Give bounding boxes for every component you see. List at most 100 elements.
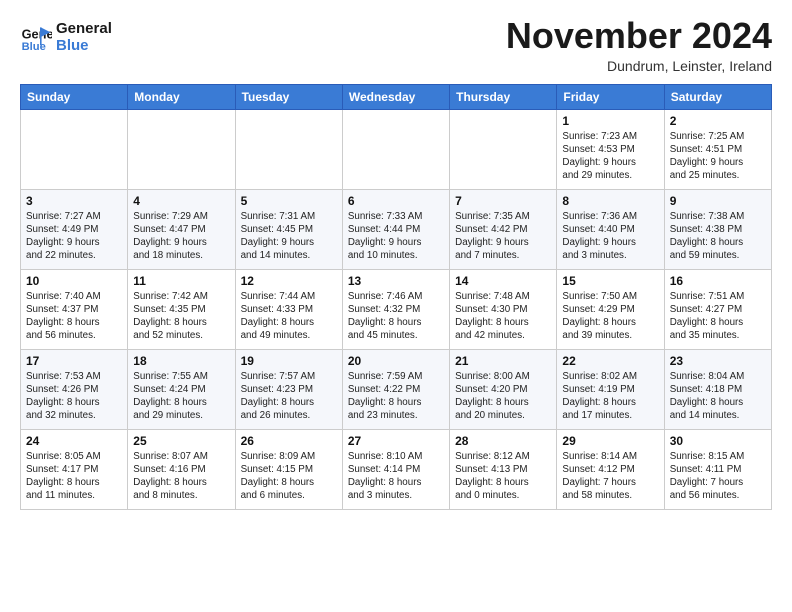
svg-text:General: General (22, 27, 52, 42)
day-number: 7 (455, 194, 551, 208)
day-info: Sunrise: 8:15 AM Sunset: 4:11 PM Dayligh… (670, 450, 766, 503)
calendar-cell (235, 109, 342, 189)
day-info: Sunrise: 7:50 AM Sunset: 4:29 PM Dayligh… (562, 290, 658, 343)
calendar-cell: 30 Sunrise: 8:15 AM Sunset: 4:11 PM Dayli… (664, 429, 771, 509)
day-number: 13 (348, 274, 444, 288)
day-number: 11 (133, 274, 229, 288)
calendar-week-5: 24Sunrise: 8:05 AM Sunset: 4:17 PM Dayli… (21, 429, 772, 509)
calendar-cell: 9 Sunrise: 7:38 AM Sunset: 4:38 PM Daylig… (664, 189, 771, 269)
calendar-cell (21, 109, 128, 189)
day-number: 5 (241, 194, 337, 208)
page: General Blue General Blue November 2024 … (0, 0, 792, 520)
calendar-cell: 3 Sunrise: 7:27 AM Sunset: 4:49 PM Daylig… (21, 189, 128, 269)
day-number: 16 (670, 274, 766, 288)
calendar-cell: 29 Sunrise: 8:14 AM Sunset: 4:12 PM Dayli… (557, 429, 664, 509)
day-number: 20 (348, 354, 444, 368)
calendar-cell: 25Sunrise: 8:07 AM Sunset: 4:16 PM Dayli… (128, 429, 235, 509)
weekday-header-tuesday: Tuesday (235, 84, 342, 109)
day-info: Sunrise: 7:46 AM Sunset: 4:32 PM Dayligh… (348, 290, 444, 343)
logo-general: General (56, 20, 112, 37)
day-number: 9 (670, 194, 766, 208)
day-info: Sunrise: 7:38 AM Sunset: 4:38 PM Dayligh… (670, 210, 766, 263)
calendar-cell (450, 109, 557, 189)
calendar-cell: 19 Sunrise: 7:57 AM Sunset: 4:23 PM Dayli… (235, 349, 342, 429)
svg-text:Blue: Blue (22, 41, 46, 53)
day-number: 14 (455, 274, 551, 288)
calendar-cell: 26Sunrise: 8:09 AM Sunset: 4:15 PM Dayli… (235, 429, 342, 509)
day-number: 8 (562, 194, 658, 208)
calendar-cell: 20 Sunrise: 7:59 AM Sunset: 4:22 PM Dayli… (342, 349, 449, 429)
day-info: Sunrise: 7:35 AM Sunset: 4:42 PM Dayligh… (455, 210, 551, 263)
calendar-cell: 14 Sunrise: 7:48 AM Sunset: 4:30 PM Dayli… (450, 269, 557, 349)
day-info: Sunrise: 7:48 AM Sunset: 4:30 PM Dayligh… (455, 290, 551, 343)
calendar-week-2: 3 Sunrise: 7:27 AM Sunset: 4:49 PM Daylig… (21, 189, 772, 269)
calendar-cell: 17 Sunrise: 7:53 AM Sunset: 4:26 PM Dayli… (21, 349, 128, 429)
location: Dundrum, Leinster, Ireland (506, 58, 772, 74)
day-info: Sunrise: 7:23 AM Sunset: 4:53 PM Dayligh… (562, 130, 658, 183)
day-number: 26 (241, 434, 337, 448)
calendar-cell: 7 Sunrise: 7:35 AM Sunset: 4:42 PM Daylig… (450, 189, 557, 269)
calendar-cell: 18 Sunrise: 7:55 AM Sunset: 4:24 PM Dayli… (128, 349, 235, 429)
day-info: Sunrise: 7:40 AM Sunset: 4:37 PM Dayligh… (26, 290, 122, 343)
calendar-cell (342, 109, 449, 189)
calendar-cell: 13 Sunrise: 7:46 AM Sunset: 4:32 PM Dayli… (342, 269, 449, 349)
day-number: 2 (670, 114, 766, 128)
logo-icon: General Blue (20, 21, 52, 53)
day-number: 18 (133, 354, 229, 368)
day-number: 12 (241, 274, 337, 288)
day-info: Sunrise: 8:12 AM Sunset: 4:13 PM Dayligh… (455, 450, 551, 503)
day-number: 15 (562, 274, 658, 288)
day-number: 3 (26, 194, 122, 208)
calendar-cell: 27 Sunrise: 8:10 AM Sunset: 4:14 PM Dayli… (342, 429, 449, 509)
calendar-header-row: SundayMondayTuesdayWednesdayThursdayFrid… (21, 84, 772, 109)
logo-blue: Blue (56, 37, 89, 54)
day-info: Sunrise: 7:33 AM Sunset: 4:44 PM Dayligh… (348, 210, 444, 263)
day-number: 4 (133, 194, 229, 208)
day-info: Sunrise: 7:36 AM Sunset: 4:40 PM Dayligh… (562, 210, 658, 263)
day-number: 27 (348, 434, 444, 448)
day-info: Sunrise: 8:10 AM Sunset: 4:14 PM Dayligh… (348, 450, 444, 503)
logo: General Blue General Blue (20, 20, 112, 55)
calendar-cell: 5 Sunrise: 7:31 AM Sunset: 4:45 PM Daylig… (235, 189, 342, 269)
weekday-header-sunday: Sunday (21, 84, 128, 109)
day-number: 6 (348, 194, 444, 208)
day-info: Sunrise: 7:31 AM Sunset: 4:45 PM Dayligh… (241, 210, 337, 263)
calendar-cell: 28 Sunrise: 8:12 AM Sunset: 4:13 PM Dayli… (450, 429, 557, 509)
day-number: 21 (455, 354, 551, 368)
calendar-cell: 4 Sunrise: 7:29 AM Sunset: 4:47 PM Daylig… (128, 189, 235, 269)
calendar-cell: 8 Sunrise: 7:36 AM Sunset: 4:40 PM Daylig… (557, 189, 664, 269)
calendar-cell: 6 Sunrise: 7:33 AM Sunset: 4:44 PM Daylig… (342, 189, 449, 269)
day-info: Sunrise: 7:59 AM Sunset: 4:22 PM Dayligh… (348, 370, 444, 423)
day-number: 17 (26, 354, 122, 368)
day-info: Sunrise: 7:51 AM Sunset: 4:27 PM Dayligh… (670, 290, 766, 343)
calendar-cell: 22 Sunrise: 8:02 AM Sunset: 4:19 PM Dayli… (557, 349, 664, 429)
calendar-cell: 21Sunrise: 8:00 AM Sunset: 4:20 PM Dayli… (450, 349, 557, 429)
day-info: Sunrise: 7:55 AM Sunset: 4:24 PM Dayligh… (133, 370, 229, 423)
day-info: Sunrise: 7:29 AM Sunset: 4:47 PM Dayligh… (133, 210, 229, 263)
calendar-cell: 11 Sunrise: 7:42 AM Sunset: 4:35 PM Dayli… (128, 269, 235, 349)
day-info: Sunrise: 7:27 AM Sunset: 4:49 PM Dayligh… (26, 210, 122, 263)
calendar-cell: 23Sunrise: 8:04 AM Sunset: 4:18 PM Dayli… (664, 349, 771, 429)
calendar-week-1: 1 Sunrise: 7:23 AM Sunset: 4:53 PM Daylig… (21, 109, 772, 189)
title-area: November 2024 Dundrum, Leinster, Ireland (506, 16, 772, 74)
day-number: 10 (26, 274, 122, 288)
weekday-header-monday: Monday (128, 84, 235, 109)
day-info: Sunrise: 8:02 AM Sunset: 4:19 PM Dayligh… (562, 370, 658, 423)
day-number: 19 (241, 354, 337, 368)
calendar-cell: 2 Sunrise: 7:25 AM Sunset: 4:51 PM Daylig… (664, 109, 771, 189)
day-number: 22 (562, 354, 658, 368)
day-info: Sunrise: 8:05 AM Sunset: 4:17 PM Dayligh… (26, 450, 122, 503)
header: General Blue General Blue November 2024 … (20, 16, 772, 74)
day-number: 29 (562, 434, 658, 448)
day-info: Sunrise: 7:57 AM Sunset: 4:23 PM Dayligh… (241, 370, 337, 423)
day-info: Sunrise: 7:25 AM Sunset: 4:51 PM Dayligh… (670, 130, 766, 183)
day-number: 1 (562, 114, 658, 128)
calendar-cell (128, 109, 235, 189)
day-number: 28 (455, 434, 551, 448)
day-info: Sunrise: 7:42 AM Sunset: 4:35 PM Dayligh… (133, 290, 229, 343)
day-info: Sunrise: 7:53 AM Sunset: 4:26 PM Dayligh… (26, 370, 122, 423)
day-info: Sunrise: 8:14 AM Sunset: 4:12 PM Dayligh… (562, 450, 658, 503)
day-number: 30 (670, 434, 766, 448)
weekday-header-friday: Friday (557, 84, 664, 109)
month-title: November 2024 (506, 16, 772, 56)
